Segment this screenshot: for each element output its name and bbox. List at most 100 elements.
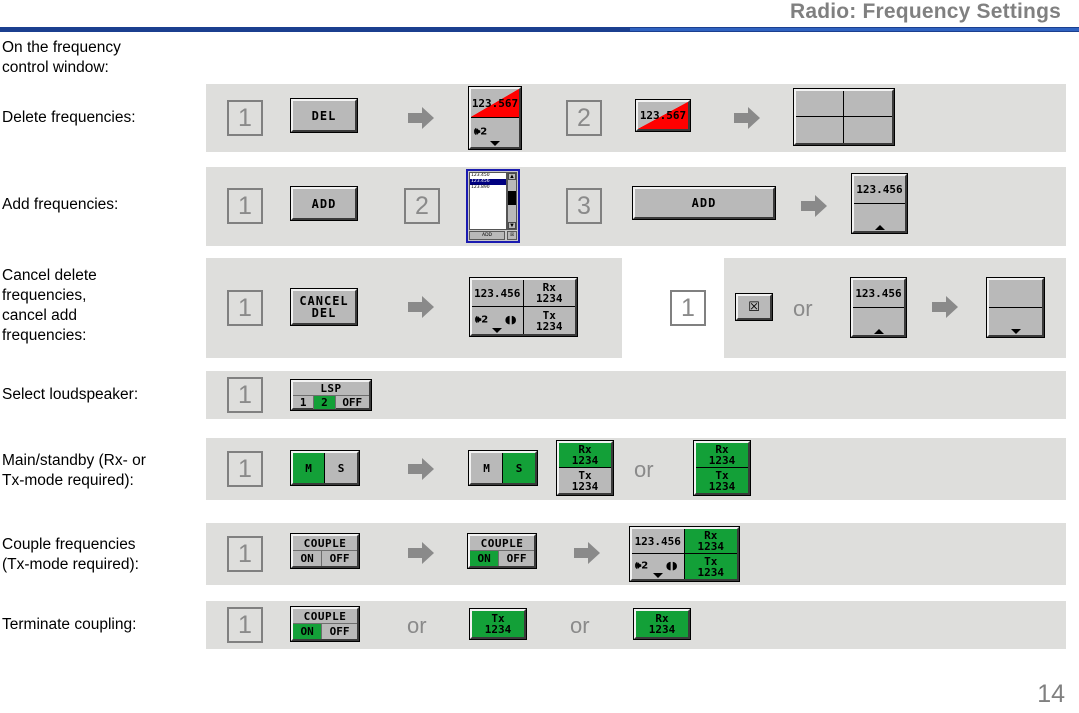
dialog-add-button[interactable]: ADD [469,231,505,240]
quadrant-cell-top-right[interactable] [844,91,892,117]
step-number-2: 2 [566,100,602,136]
quadrant-cell-bottom-right[interactable] [844,117,892,143]
frequency-blank-cell[interactable] [854,203,905,231]
couple-on-segment[interactable]: ON [293,551,323,566]
scroll-up-icon[interactable]: ▲ [508,173,516,180]
caret-down-icon[interactable] [1010,329,1021,334]
rx-label: Rx 1234 [708,443,736,467]
coupled-rings-icon: ◖◗ [665,558,678,572]
frequency-value-cell[interactable]: 123.456 [853,280,904,308]
scrollbar-thumb[interactable] [508,191,516,205]
tx-cell-active[interactable]: Tx 1234 [684,554,737,579]
speaker-cell[interactable]: 🕪2 ◖◗ [632,554,685,579]
add-button-large[interactable]: ADD [632,186,776,220]
row-main-standby: Main/standby (Rx- or Tx-mode required): … [0,438,1079,500]
couple-button-after[interactable]: COUPLE ON OFF [467,533,537,569]
main-standby-button-before[interactable]: M S [290,450,360,486]
caret-down-icon[interactable] [492,328,503,333]
frequency-quadrant-empty[interactable] [793,88,895,146]
frequency-widget-empty[interactable] [986,277,1045,338]
speaker-cell[interactable]: 🕪2 [471,118,519,147]
rxtx-widget-option-b[interactable]: Rx 1234 Tx 1234 [693,440,751,496]
frequency-widget-restored[interactable]: 123.456 Rx 1234 🕪2 ◖◗ Tx 1234 [469,277,578,337]
frequency-blank-cell-bottom[interactable] [989,307,1042,335]
close-button[interactable]: ☒ [735,293,773,321]
lsp-button[interactable]: LSP 1 2 OFF [290,379,372,411]
rx-cell-active[interactable]: Rx 1234 [684,529,737,554]
or-separator: or [793,296,813,321]
rx-label: Rx 1234 [536,281,563,305]
main-standby-button-after[interactable]: M S [468,450,538,486]
rx-cell[interactable]: Rx 1234 [523,280,575,307]
frequency-value-cell-deleted[interactable]: 123.567 [638,102,688,129]
right-arrow-icon [408,458,434,480]
lsp-segment-2[interactable]: 2 [314,396,336,409]
couple-off-segment[interactable]: OFF [499,551,534,566]
rxtx-widget-option-a[interactable]: Rx 1234 Tx 1234 [556,440,614,496]
tx-cell-active[interactable]: Tx 1234 [696,468,748,493]
frequency-widget-deleted[interactable]: 123.567 [635,99,691,132]
right-arrow-icon [408,296,434,318]
tx-widget-terminate[interactable]: Tx 1234 [469,608,527,640]
caret-up-icon[interactable] [873,329,884,334]
step-number-1: 1 [227,377,263,413]
rx-widget-terminate[interactable]: Rx 1234 [633,608,691,640]
tx-cell-active[interactable]: Tx 1234 [472,611,524,637]
add-button-small[interactable]: ADD [290,186,358,221]
cancel-del-button[interactable]: CANCEL DEL [290,288,358,326]
frequency-widget-pending[interactable]: 123.456 [850,277,907,338]
frequency-widget-delete-marked[interactable]: 123.567 🕪2 [468,86,522,150]
caret-down-icon[interactable] [652,573,663,578]
main-segment[interactable]: M [471,453,503,483]
list-item[interactable]: 123.890 [470,185,506,191]
quadrant-cell-bottom-left[interactable] [796,117,844,143]
main-segment[interactable]: M [293,453,325,483]
scroll-down-icon[interactable]: ▼ [508,222,516,229]
cancel-del-label-line2: DEL [311,306,337,320]
frequency-value-cell[interactable]: 123.456 [854,176,905,204]
speaker-cell[interactable]: 🕪2 ◖◗ [472,307,524,334]
panel-add-frequencies: 1 ADD 2 123.450 123.456 123.890 ▲ ▼ ADD … [206,167,1066,246]
lsp-segments: 1 2 OFF [293,396,369,409]
label-cancel-frequencies: Cancel delete frequencies, cancel add fr… [2,267,97,344]
couple-button-before[interactable]: COUPLE ON OFF [290,533,360,569]
couple-off-segment[interactable]: OFF [322,551,357,566]
couple-button-terminate[interactable]: COUPLE ON OFF [290,606,360,642]
frequency-widget-added[interactable]: 123.456 [851,173,908,234]
tx-cell[interactable]: Tx 1234 [559,468,611,493]
row-delete-frequencies: Delete frequencies: 1 DEL 123.567 🕪2 2 1… [0,84,1079,152]
list-scrollbar[interactable]: ▲ ▼ [507,172,517,230]
coupled-rings-icon: ◖◗ [504,312,517,326]
tx-cell[interactable]: Tx 1234 [523,307,575,334]
step-number-1: 1 [227,536,263,572]
couple-on-segment-active[interactable]: ON [470,551,500,566]
couple-off-segment[interactable]: OFF [322,624,357,639]
label-terminate-coupling: Terminate coupling: [2,616,137,633]
dialog-close-button[interactable]: ☒ [507,231,517,240]
frequency-widget-coupled[interactable]: 123.456 Rx 1234 🕪2 ◖◗ Tx 1234 [629,526,740,582]
lsp-segment-1[interactable]: 1 [293,396,315,409]
couple-on-segment-active[interactable]: ON [293,624,323,639]
caret-down-icon[interactable] [490,141,500,146]
frequency-value-cell[interactable]: 123.456 [472,280,524,307]
rx-cell-active[interactable]: Rx 1234 [636,611,688,637]
frequency-blank-cell-top[interactable] [989,280,1042,308]
rx-cell-active[interactable]: Rx 1234 [696,443,748,468]
step-number-1: 1 [227,188,263,224]
caret-up-icon[interactable] [874,225,885,230]
frequency-list-dialog[interactable]: 123.450 123.456 123.890 ▲ ▼ ADD ☒ [466,169,520,243]
quadrant-cell-top-left[interactable] [796,91,844,117]
right-arrow-icon [408,542,434,564]
rx-cell-active[interactable]: Rx 1234 [559,443,611,468]
row-terminate-coupling: Terminate coupling: 1 COUPLE ON OFF or T… [0,601,1079,649]
standby-segment[interactable]: S [503,453,535,483]
panel-cancel-add: ☒ or 123.456 [724,258,1066,358]
lsp-segment-off[interactable]: OFF [336,396,370,409]
frequency-value-cell[interactable]: 123.567 [471,89,519,118]
frequency-list[interactable]: 123.450 123.456 123.890 [469,172,507,230]
frequency-value-cell[interactable]: 123.456 [632,529,685,554]
del-button[interactable]: DEL [290,98,358,133]
label-add-frequencies: Add frequencies: [2,196,119,213]
frequency-blank-cell[interactable] [853,307,904,335]
standby-segment[interactable]: S [325,453,357,483]
